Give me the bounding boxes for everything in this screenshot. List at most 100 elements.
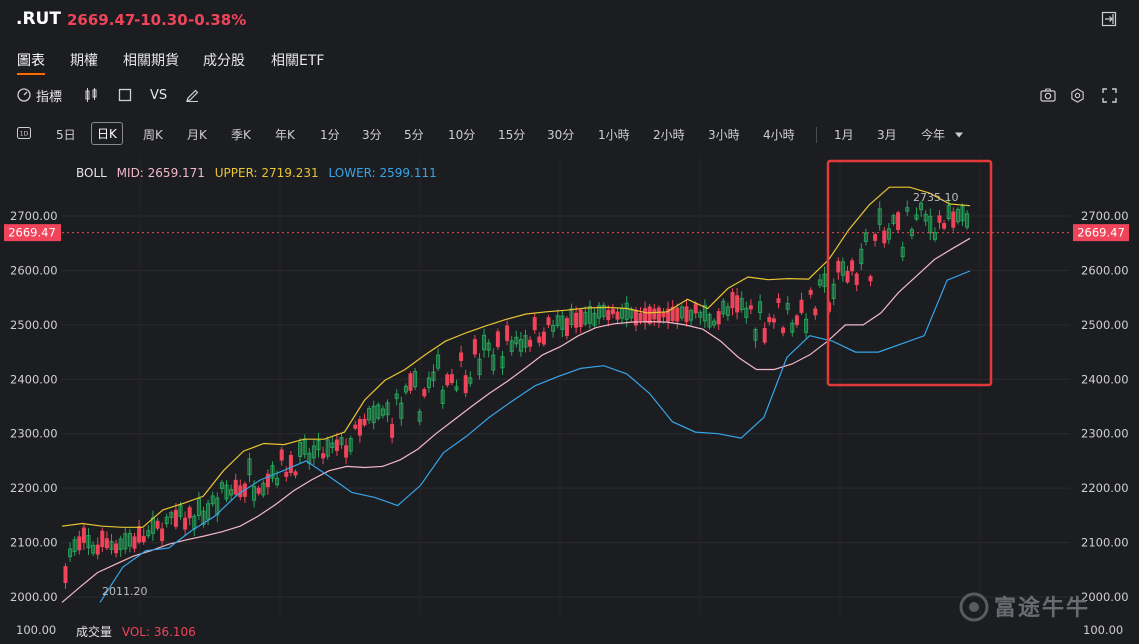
candlesticks: [63, 198, 970, 589]
candlestick-type-icon[interactable]: [84, 85, 98, 105]
period-weekly[interactable]: 周K: [143, 126, 163, 143]
candle-body: [449, 374, 454, 384]
period-10min[interactable]: 10分: [448, 126, 475, 143]
candle-body: [574, 312, 579, 328]
candle-body: [445, 374, 450, 386]
period-3min[interactable]: 3分: [362, 126, 382, 143]
candle-body: [813, 308, 818, 316]
candle-body: [836, 260, 841, 273]
last-price-tag-right-text: 2669.47: [1077, 226, 1125, 240]
camera-icon[interactable]: [1040, 85, 1056, 105]
candle-body: [77, 536, 82, 551]
candle-body: [288, 454, 293, 473]
quote-header: .RUT 2669.47 -10.30 -0.38%: [0, 0, 1139, 40]
candle-body: [408, 373, 413, 391]
volume-axis-left: 100.00: [16, 623, 56, 637]
compare-button[interactable]: VS: [150, 85, 167, 105]
y-axis-left: 2700.00 2600.00 2500.00 2400.00 2300.00 2200.…: [10, 209, 58, 604]
range-1month[interactable]: 1月: [834, 126, 854, 143]
period-4hour[interactable]: 4小時: [763, 126, 795, 143]
y-tick-label: 2700.00: [1081, 209, 1129, 223]
candle-body: [505, 325, 510, 341]
candle-body: [794, 315, 799, 325]
candle-body: [362, 418, 367, 426]
candle-body: [63, 566, 68, 584]
candle-body: [233, 479, 238, 495]
chevron-down-icon[interactable]: [954, 128, 964, 142]
volume-value: VOL: 36.106: [121, 625, 196, 639]
pen-icon[interactable]: [185, 85, 200, 105]
boll-label: BOLL: [76, 166, 107, 180]
period-2hour[interactable]: 2小時: [653, 126, 685, 143]
candle-body: [279, 449, 284, 461]
candle-body: [137, 526, 142, 543]
y-tick-label: 2300.00: [1081, 427, 1129, 441]
candle-body: [937, 215, 942, 223]
period-monthly[interactable]: 月K: [187, 126, 207, 143]
period-3hour[interactable]: 3小時: [708, 126, 740, 143]
period-15min[interactable]: 15分: [498, 126, 525, 143]
candle-body: [422, 389, 427, 397]
period-5d[interactable]: 5日: [56, 126, 76, 143]
tab-constituents[interactable]: 成分股: [203, 50, 245, 70]
candle-body: [873, 234, 878, 241]
candle-body: [357, 419, 362, 436]
candle-body: [238, 485, 243, 498]
candle-body: [771, 318, 776, 323]
last-price-tag-right: 2669.47: [1073, 224, 1129, 242]
candle-body: [114, 543, 119, 554]
candle-body: [693, 303, 698, 314]
period-5min[interactable]: 5分: [404, 126, 424, 143]
candle-body: [173, 509, 178, 527]
period-1d-icon[interactable]: 1D: [17, 127, 31, 142]
candle-body: [472, 339, 477, 355]
indicator-button[interactable]: 指標: [16, 85, 62, 105]
square-icon[interactable]: [118, 85, 132, 105]
period-1hour[interactable]: 1小時: [598, 126, 630, 143]
period-selector: 1D 5日 日K 周K 月K 季K 年K 1分 3分 5分 10分 15分 30…: [0, 120, 1139, 150]
candle-body: [81, 527, 86, 543]
period-yearly[interactable]: 年K: [275, 126, 295, 143]
candle-body: [578, 309, 583, 327]
range-3month[interactable]: 3月: [877, 126, 897, 143]
period-30min[interactable]: 30分: [547, 126, 574, 143]
y-tick-label: 2400.00: [10, 372, 58, 386]
fullscreen-icon[interactable]: [1102, 85, 1117, 105]
boll-lower-value: LOWER: 2599.111: [328, 166, 437, 180]
tab-related-etf[interactable]: 相關ETF: [271, 50, 324, 70]
settings-icon[interactable]: [1070, 85, 1085, 105]
candle-body: [781, 327, 786, 334]
candle-body: [528, 339, 533, 347]
boll-upper-value: UPPER: 2719.231: [214, 166, 319, 180]
main-tabs: 圖表 期權 相關期貨 成分股 相關ETF: [0, 40, 1139, 76]
expand-icon[interactable]: [1101, 11, 1117, 27]
candle-body: [633, 309, 638, 326]
price-change-percent: -0.38%: [188, 11, 247, 29]
tab-related-futures[interactable]: 相關期貨: [123, 50, 179, 70]
y-tick-label: 2600.00: [10, 263, 58, 277]
tab-chart[interactable]: 圖表: [17, 50, 45, 75]
candle-body: [656, 307, 661, 323]
period-daily[interactable]: 日K: [91, 122, 123, 145]
futu-logo-icon: [958, 591, 990, 623]
candle-body: [321, 453, 326, 459]
candle-body: [735, 295, 740, 313]
candle-body: [868, 276, 873, 282]
candle-body: [564, 318, 569, 337]
last-price-tag-left-text: 2669.47: [8, 226, 56, 240]
range-ytd[interactable]: 今年: [921, 126, 945, 143]
candle-body: [463, 375, 468, 394]
last-price-tag-left: 2669.47: [4, 224, 61, 242]
tab-options[interactable]: 期權: [70, 50, 98, 70]
indicator-label: 指標: [36, 89, 63, 105]
candle-body: [684, 306, 689, 323]
period-1min[interactable]: 1分: [320, 126, 340, 143]
y-tick-label: 2500.00: [1081, 318, 1129, 332]
candle-body: [854, 273, 859, 286]
y-tick-label: 2300.00: [10, 427, 58, 441]
candle-body: [160, 528, 165, 542]
candle-body: [808, 289, 813, 295]
period-quarterly[interactable]: 季K: [231, 126, 251, 143]
candle-body: [850, 260, 855, 272]
price-chart[interactable]: 2700.00 2600.00 2500.00 2400.00 2300.00 2200.…: [0, 155, 1139, 644]
